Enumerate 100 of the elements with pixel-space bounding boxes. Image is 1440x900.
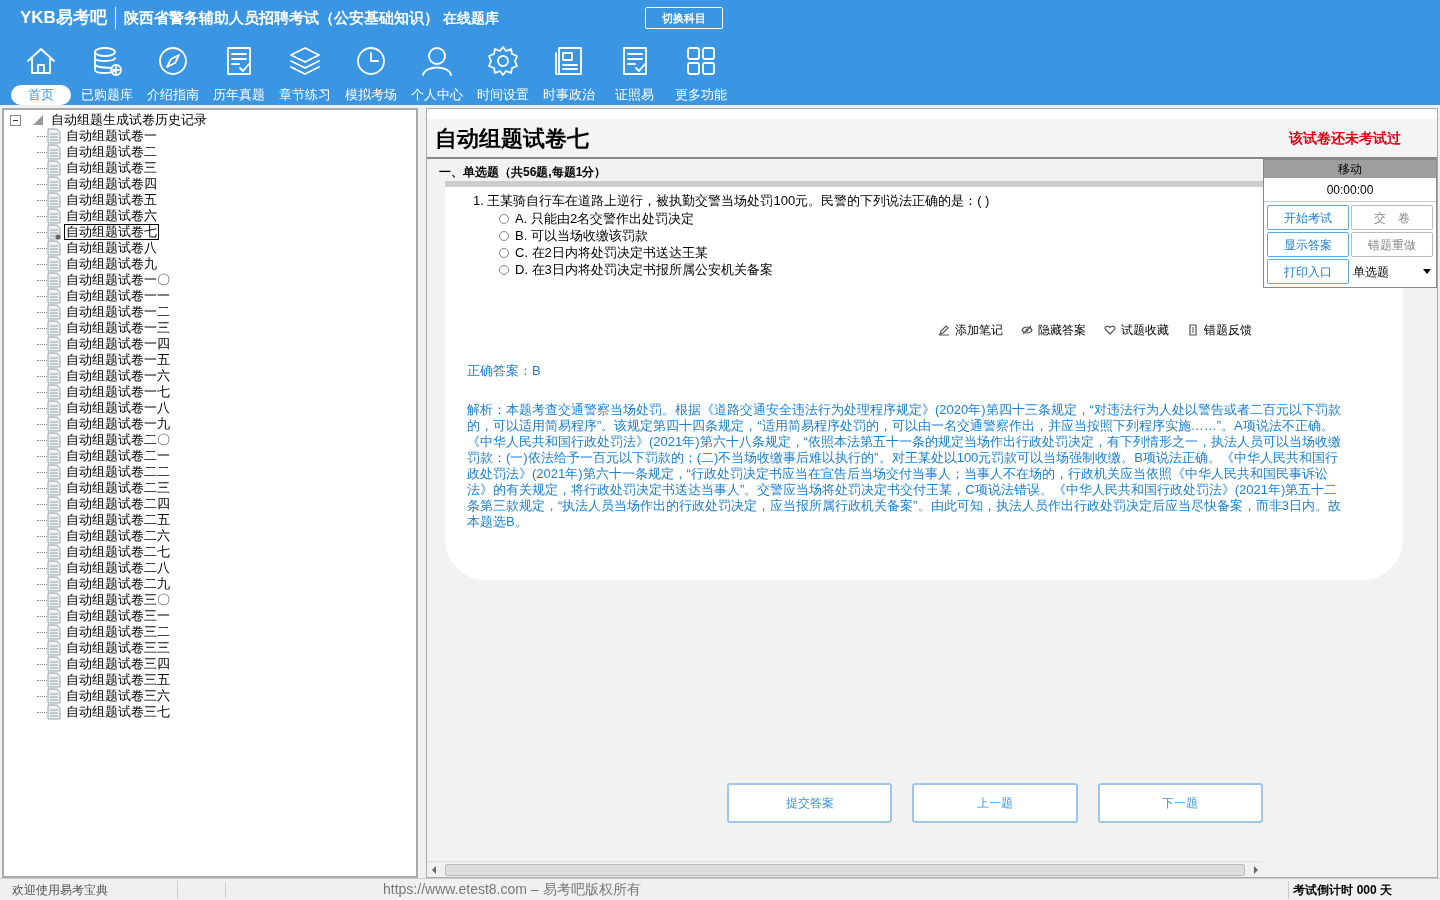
answer-action-link[interactable]: 试题收藏 — [1104, 320, 1169, 339]
tree-item[interactable]: 自动组题试卷二六 — [64, 528, 172, 544]
tree-item[interactable]: 自动组题试卷六 — [64, 208, 159, 224]
question-type-select[interactable]: 单选题 — [1351, 259, 1433, 284]
tree-item[interactable]: 自动组题试卷一九 — [64, 416, 172, 432]
option-label[interactable]: D. 在3日内将处罚决定书报所属公安机关备案 — [515, 260, 773, 280]
document-icon — [47, 384, 61, 400]
document-icon — [47, 224, 61, 240]
tree-item[interactable]: 自动组题试卷二 — [64, 144, 159, 160]
collapse-toggle[interactable] — [10, 114, 21, 126]
document-icon — [47, 560, 61, 576]
document-icon — [47, 528, 61, 544]
tree-item[interactable]: 自动组题试卷二八 — [64, 560, 172, 576]
document-icon — [47, 496, 61, 512]
pen-icon — [938, 323, 950, 336]
document-icon — [47, 336, 61, 352]
tree-item[interactable]: 自动组题试卷一六 — [64, 368, 172, 384]
tree-item[interactable]: 自动组题试卷一五 — [64, 352, 172, 368]
tree-item[interactable]: 自动组题试卷一八 — [64, 400, 172, 416]
document-icon — [47, 608, 61, 624]
tree-item[interactable]: 自动组题试卷二七 — [64, 544, 172, 560]
tree-item[interactable]: 自动组题试卷三七 — [64, 704, 172, 720]
panel-button[interactable]: 错题重做 — [1351, 232, 1433, 257]
eye-icon — [1021, 323, 1033, 336]
heart-icon — [1104, 323, 1116, 336]
document-icon — [47, 320, 61, 336]
panel-title: 移动 — [1264, 160, 1436, 178]
tree-item[interactable]: 自动组题试卷二〇 — [64, 432, 172, 448]
paper-title: 自动组题试卷七 — [435, 125, 589, 153]
tree-item[interactable]: 自动组题试卷一 — [64, 128, 159, 144]
copyright-text: https://www.etest8.com – 易考吧版权所有 — [383, 880, 641, 899]
document-icon — [47, 544, 61, 560]
document-icon — [47, 352, 61, 368]
triangle-icon — [31, 114, 45, 126]
option-label[interactable]: A. 只能由2名交警作出处罚决定 — [515, 209, 695, 229]
tree-item[interactable]: 自动组题试卷三〇 — [64, 592, 172, 608]
panel-button[interactable]: 交 卷 — [1351, 205, 1433, 230]
tree-item[interactable]: 自动组题试卷五 — [64, 192, 159, 208]
tree-item[interactable]: 自动组题试卷二一 — [64, 448, 172, 464]
tree-item[interactable]: 自动组题试卷八 — [64, 240, 159, 256]
scrollbar-thumb[interactable] — [445, 863, 1245, 876]
document-icon — [1187, 323, 1199, 336]
tree-item[interactable]: 自动组题试卷七 — [64, 224, 159, 240]
document-icon — [47, 304, 61, 320]
timer-display: 00:00:00 — [1264, 178, 1436, 202]
option-label[interactable]: C. 在2日内将处罚决定书送达王某 — [515, 243, 708, 263]
tree-item[interactable]: 自动组题试卷一七 — [64, 384, 172, 400]
tree-item[interactable]: 自动组题试卷一二 — [64, 304, 172, 320]
welcome-text: 欢迎使用易考宝典 — [0, 880, 178, 899]
document-icon — [47, 368, 61, 384]
tree-item[interactable]: 自动组题试卷三六 — [64, 688, 172, 704]
layers-icon — [287, 44, 322, 78]
document-icon — [47, 672, 61, 688]
tree-item[interactable]: 自动组题试卷一三 — [64, 320, 172, 336]
tree-item[interactable]: 自动组题试卷三 — [64, 160, 159, 176]
answer-analysis: 解析：本题考查交通警察当场处罚。根据《道路交通安全违法行为处理程序规定》(2020年)第四十三条规定，“对违法行为人处以警告或者二百元以下罚款的，可以适用简易程序”。该规定第四十四条规定，“适用简易程序处罚的，可以由一名交通警察作出，并应当按照下列程序实施……”。A项说法不正确。《中华人民共和国行政处罚法》(2021年)第六十八条规定，“依照本法第五十一条的规定当场作出行政处罚决定，有下列情形之一，执法人员可以当场收缴罚款：(一)依法给予一百元以下罚款的；(二)不当场收缴事后难以执行的”。对王某处以100元罚款可以当场强制收缴。B项说法正确。《中华人民共和国行政处罚法》(2021年)第六十一条规定，“行政处罚决定书应当在宣告后当场交付当事人；当事人不在场的，行政机关应当依照《中华人民共和国民事诉讼法》的有关规定，将行政处罚决定书送达当事人”。交警应当场将处罚决定书交付王某，C项说法错误。《中华人民共和国行政处罚法》(2021年)第五十二条第三款规定，“执法人员当场作出的行政处罚决定，应当报所属行政机关备案”。由此可知，执法人员作出行政处罚决定后应当尽快备案，而非3日内。故本题选B。 — [467, 402, 1342, 531]
answer-action-link[interactable]: 隐藏答案 — [1021, 320, 1086, 339]
document-icon — [47, 656, 61, 672]
scroll-right-icon[interactable] — [1253, 865, 1259, 874]
tree-item[interactable]: 自动组题试卷三二 — [64, 624, 172, 640]
tree-item[interactable]: 自动组题试卷二五 — [64, 512, 172, 528]
option-label[interactable]: B. 可以当场收缴该罚款 — [515, 226, 648, 246]
document-icon — [47, 704, 61, 720]
document-icon — [47, 640, 61, 656]
tree-item[interactable]: 自动组题试卷二九 — [64, 576, 172, 592]
answer-action-link[interactable]: 错题反馈 — [1187, 320, 1252, 339]
exam-status: 该试卷还未考试过 — [1289, 129, 1401, 148]
tree-item[interactable]: 自动组题试卷九 — [64, 256, 159, 272]
answer-action-link[interactable]: 添加笔记 — [938, 320, 1003, 339]
tree-item[interactable]: 自动组题试卷一〇 — [64, 272, 172, 288]
panel-button[interactable]: 开始考试 — [1267, 205, 1349, 230]
panel-button[interactable]: 显示答案 — [1267, 232, 1349, 257]
scroll-left-icon[interactable] — [431, 865, 437, 874]
tree-item[interactable]: 自动组题试卷一四 — [64, 336, 172, 352]
document-icon — [47, 448, 61, 464]
tree-item[interactable]: 自动组题试卷四 — [64, 176, 159, 192]
tree-item[interactable]: 自动组题试卷三一 — [64, 608, 172, 624]
tree-item[interactable]: 自动组题试卷一一 — [64, 288, 172, 304]
user-icon — [419, 44, 454, 78]
tree-item[interactable]: 自动组题试卷三三 — [64, 640, 172, 656]
panel-button[interactable]: 打印入口 — [1267, 259, 1349, 284]
tree-item[interactable]: 自动组题试卷三五 — [64, 672, 172, 688]
window-title: 陕西省警务辅助人员招聘考试（公安基础知识） — [123, 7, 439, 28]
document-icon — [47, 416, 61, 432]
document-icon — [47, 208, 61, 224]
document-icon — [47, 432, 61, 448]
document-icon — [47, 592, 61, 608]
document-icon — [47, 576, 61, 592]
document-icon — [47, 240, 61, 256]
document-icon — [47, 192, 61, 208]
document-icon — [47, 160, 61, 176]
document-icon — [47, 464, 61, 480]
tree-root-label[interactable]: 自动组题生成试卷历史记录 — [51, 110, 207, 130]
exam-countdown: 考试倒计时 000 天 — [1288, 880, 1392, 899]
document-icon — [47, 272, 61, 288]
document-icon — [47, 400, 61, 416]
tree-item[interactable]: 自动组题试卷二四 — [64, 496, 172, 512]
tree-item[interactable]: 自动组题试卷三四 — [64, 656, 172, 672]
tree-item[interactable]: 自动组题试卷二三 — [64, 480, 172, 496]
tree-item[interactable]: 自动组题试卷二二 — [64, 464, 172, 480]
